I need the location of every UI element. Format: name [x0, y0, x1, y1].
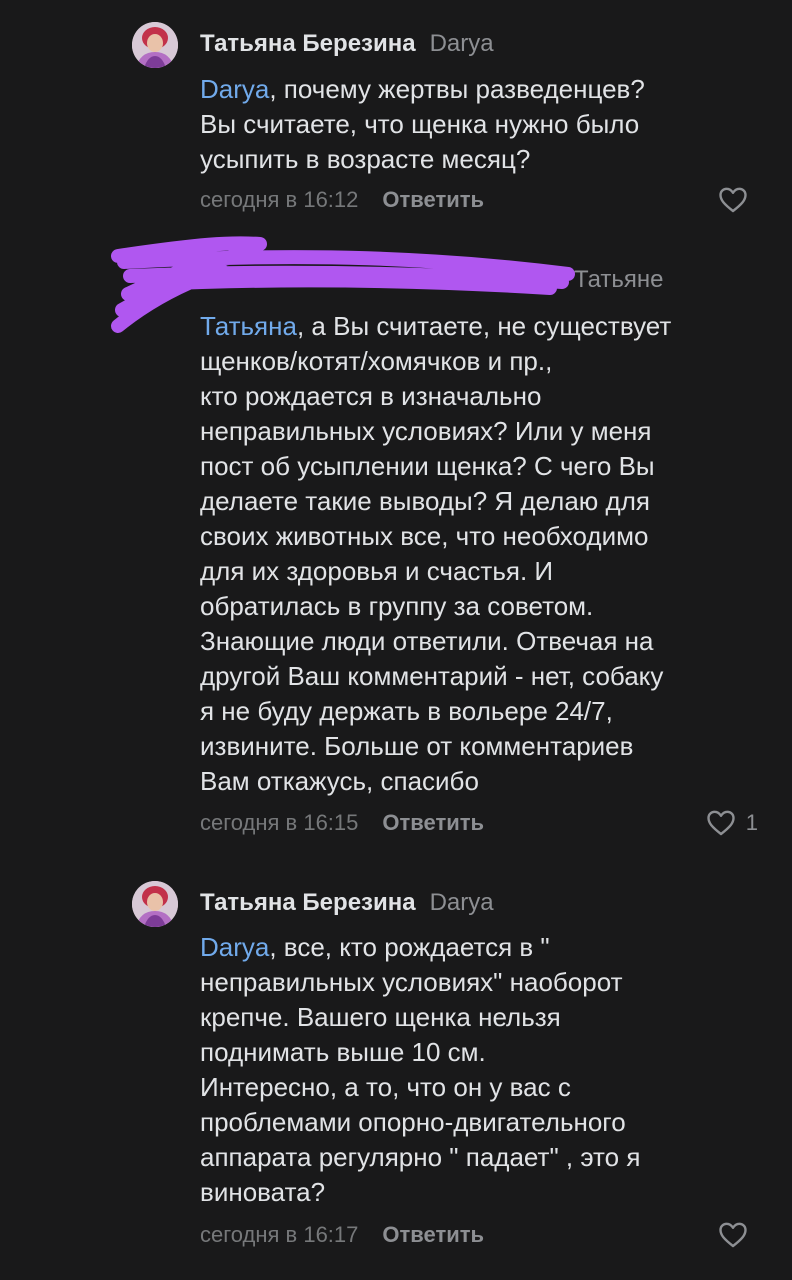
comment-line: извините. Больше от комментариев — [200, 731, 634, 761]
reply-button[interactable]: Ответить — [382, 810, 484, 835]
reply-button[interactable]: Ответить — [382, 187, 484, 212]
comment-line: виновата? — [200, 1177, 326, 1207]
comment-line: пост об усыплении щенка? С чего Вы — [200, 451, 655, 481]
author-name[interactable]: Татьяна Березина — [200, 30, 416, 57]
comment-line: Darya, все, кто рождается в " — [200, 932, 550, 962]
reply-button[interactable]: Ответить — [382, 1222, 484, 1247]
avatar[interactable] — [132, 22, 178, 68]
comment-meta: сегодня в 16:15 Ответить — [200, 808, 484, 838]
comment-line: своих животных все, что необходимо — [200, 521, 649, 551]
comment-line: усыпить в возрасте месяц? — [200, 144, 531, 174]
comment-line: Интересно, а то, что он у вас с — [200, 1072, 571, 1102]
comment-line: кто рождается в изначально — [200, 381, 542, 411]
heart-outline-icon — [719, 187, 747, 213]
heart-outline-icon — [707, 810, 735, 836]
comment-line: обратилась в группу за советом. — [200, 591, 594, 621]
comment-text: Darya, почему жертвы разведенцев? Вы счи… — [200, 72, 760, 177]
comment-line: неправильных условиях" наоборот — [200, 967, 623, 997]
comment-line: неправильных условиях? Или у меня — [200, 416, 652, 446]
user-photo-icon — [132, 881, 178, 927]
comment-line: Вы считаете, что щенка нужно было — [200, 109, 640, 139]
like-button[interactable] — [718, 1220, 758, 1250]
reply-to-name[interactable]: Татьяне — [574, 266, 664, 293]
timestamp: сегодня в 16:15 — [200, 810, 359, 835]
comment-line: Татьяна, а Вы считаете, не существует — [200, 311, 672, 341]
mention-link[interactable]: Татьяна — [200, 311, 297, 341]
like-button[interactable] — [718, 185, 758, 215]
comment-line: для их здоровья и счастья. И — [200, 556, 554, 586]
comment-meta: сегодня в 16:12 Ответить — [200, 185, 484, 215]
user-photo-icon — [132, 22, 178, 68]
comment-line: делаете такие выводы? Я делаю для — [200, 486, 650, 516]
like-button[interactable]: 1 — [706, 808, 758, 838]
comment-line: Darya, почему жертвы разведенцев? — [200, 74, 645, 104]
comment-line: щенков/котят/хомячков и пр., — [200, 346, 553, 376]
mention-link[interactable]: Darya — [200, 932, 269, 962]
heart-outline-icon — [719, 1222, 747, 1248]
reply-to-name[interactable]: Darya — [430, 30, 494, 57]
timestamp: сегодня в 16:17 — [200, 1222, 359, 1247]
mention-link[interactable]: Darya — [200, 74, 269, 104]
reply-to-name[interactable]: Darya — [430, 889, 494, 916]
comment-line: Знающие люди ответили. Отвечая на — [200, 626, 654, 656]
comment-text: Darya, все, кто рождается в " неправильн… — [200, 930, 760, 1210]
comment-text: Татьяна, а Вы считаете, не существует ще… — [200, 309, 760, 799]
avatar[interactable] — [132, 881, 178, 927]
comment-line: крепче. Вашего щенка нельзя — [200, 1002, 561, 1032]
comment-line: поднимать выше 10 см. — [200, 1037, 486, 1067]
comment-line: другой Ваш комментарий - нет, собаку — [200, 661, 664, 691]
comment-line: Вам откажусь, спасибо — [200, 766, 479, 796]
comment-header: Татьяна Березина Darya — [200, 28, 494, 60]
comment-header: Татьяна Березина Darya — [200, 887, 494, 919]
timestamp: сегодня в 16:12 — [200, 187, 359, 212]
like-count: 1 — [745, 810, 758, 835]
comment-meta: сегодня в 16:17 Ответить — [200, 1220, 484, 1250]
comment-line: проблемами опорно-двигательного — [200, 1107, 626, 1137]
author-name[interactable]: Татьяна Березина — [200, 889, 416, 916]
comment-line: аппарата регулярно " падает" , это я — [200, 1142, 641, 1172]
comment-line: я не буду держать в вольере 24/7, — [200, 696, 613, 726]
